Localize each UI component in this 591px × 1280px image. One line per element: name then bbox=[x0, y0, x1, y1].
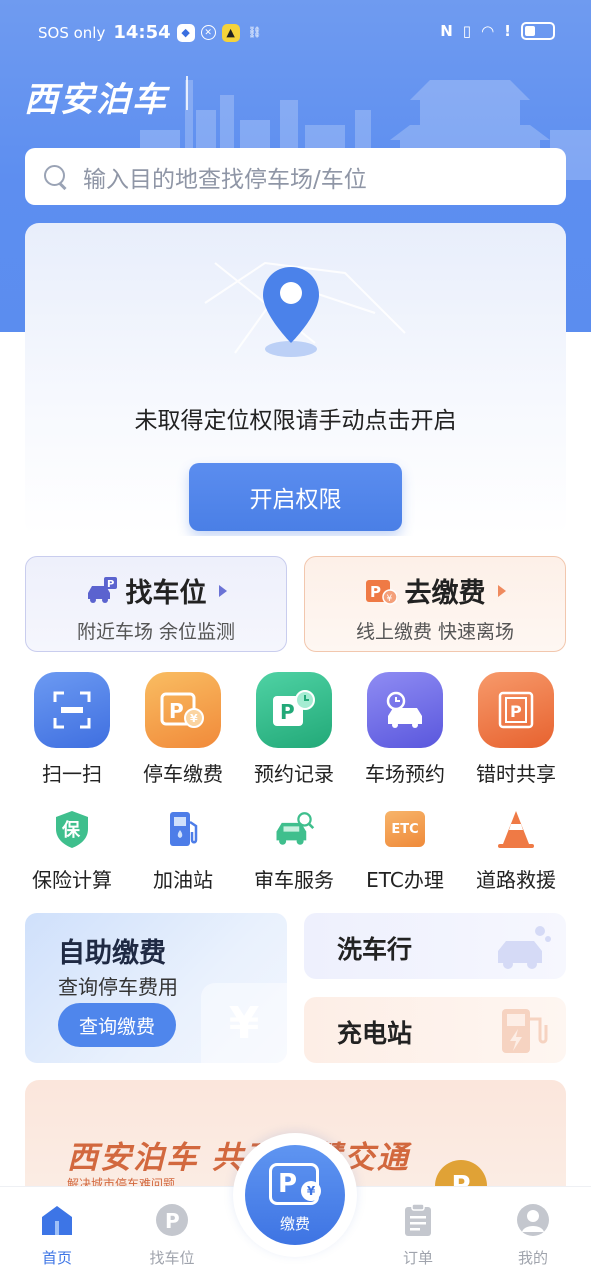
nav-find-parking[interactable]: P 找车位 bbox=[132, 1203, 212, 1268]
grid-item-shared-parking[interactable]: P 错时共享 bbox=[461, 672, 571, 787]
parking-pay-icon: P ¥ bbox=[365, 579, 397, 605]
nav-label-orders: 订单 bbox=[402, 1249, 433, 1267]
orders-icon bbox=[405, 1203, 431, 1236]
nav-orders[interactable]: 订单 bbox=[378, 1203, 458, 1268]
nav-pay-button[interactable]: P ¥ 缴费 bbox=[245, 1145, 345, 1245]
wifi-icon: ◠ bbox=[481, 22, 495, 40]
grid-label-lot-reservation: 车场预约 bbox=[365, 762, 445, 786]
nav-profile[interactable]: 我的 bbox=[493, 1203, 573, 1268]
car-parking-icon: P bbox=[87, 576, 117, 603]
charging-station-icon bbox=[502, 1009, 548, 1053]
enable-permission-button[interactable]: 开启权限 bbox=[189, 463, 402, 531]
grid-item-etc[interactable]: ETC ETC办理 bbox=[350, 808, 460, 893]
arrow-right-icon bbox=[497, 584, 506, 597]
grid-label-road-rescue: 道路救援 bbox=[476, 868, 556, 892]
nav-label-find-parking: 找车位 bbox=[149, 1249, 195, 1267]
app-title: 西安泊车 bbox=[24, 80, 168, 120]
scan-icon bbox=[34, 672, 110, 748]
grid-item-reservation-record[interactable]: P 预约记录 bbox=[239, 672, 349, 787]
grid-item-road-rescue[interactable]: 道路救援 bbox=[461, 808, 571, 893]
grid-label-shared-parking: 错时共享 bbox=[476, 762, 556, 786]
grid-item-scan[interactable]: 扫一扫 bbox=[17, 672, 127, 787]
road-rescue-icon bbox=[495, 808, 537, 850]
grid-label-gas-station: 加油站 bbox=[153, 868, 213, 892]
self-pay-card[interactable]: 自助缴费 查询停车费用 查询缴费 ¥ bbox=[25, 913, 287, 1063]
svg-text:P: P bbox=[370, 583, 381, 601]
carrier-text: SOS only bbox=[38, 23, 106, 42]
car-wash-icon bbox=[498, 926, 551, 969]
go-pay-card[interactable]: P ¥ 去缴费 线上缴费 快速离场 bbox=[304, 556, 566, 652]
home-icon bbox=[42, 1206, 72, 1235]
self-pay-subtitle: 查询停车费用 bbox=[58, 975, 178, 999]
charging-station-card[interactable]: 充电站 bbox=[304, 997, 566, 1063]
gas-station-icon bbox=[162, 808, 204, 850]
self-pay-title: 自助缴费 bbox=[58, 938, 166, 969]
grid-label-parking-pay: 停车缴费 bbox=[143, 762, 223, 786]
car-wash-title: 洗车行 bbox=[337, 935, 413, 964]
insurance-icon: 保 bbox=[51, 808, 93, 850]
vibrate-icon: ▯ bbox=[462, 22, 472, 40]
query-pay-button[interactable]: 查询缴费 bbox=[58, 1003, 176, 1047]
svg-text:保: 保 bbox=[61, 819, 81, 841]
reservation-record-icon: P bbox=[256, 672, 332, 748]
svg-text:P: P bbox=[169, 699, 184, 723]
nav-label-pay: 缴费 bbox=[279, 1215, 310, 1233]
arrow-right-icon bbox=[218, 584, 227, 597]
grid-item-car-inspection[interactable]: 审车服务 bbox=[239, 808, 349, 893]
nfc-icon: N bbox=[440, 22, 453, 40]
location-permission-card: 未取得定位权限请手动点击开启 开启权限 bbox=[25, 223, 566, 536]
shield-icon: ◆ bbox=[176, 23, 195, 42]
search-bar[interactable]: 输入目的地查找停车场/车位 bbox=[25, 148, 566, 205]
location-permission-message: 未取得定位权限请手动点击开启 bbox=[134, 408, 457, 434]
yen-icon: ¥ bbox=[301, 1181, 321, 1201]
nav-label-home: 首页 bbox=[41, 1249, 72, 1267]
status-bar: SOS only 14:54 ◆ ✕ ▲ ⛓ N ▯ ◠ ! bbox=[0, 0, 591, 66]
shared-parking-icon: P bbox=[478, 672, 554, 748]
nav-label-profile: 我的 bbox=[517, 1249, 548, 1267]
battery-icon bbox=[521, 22, 555, 40]
user-icon bbox=[517, 1204, 549, 1236]
grid-label-car-inspection: 审车服务 bbox=[254, 868, 334, 892]
grid-item-insurance[interactable]: 保 保险计算 bbox=[17, 808, 127, 893]
grid-item-parking-pay[interactable]: P ¥ 停车缴费 bbox=[128, 672, 238, 787]
svg-text:P: P bbox=[107, 579, 114, 590]
grid-item-lot-reservation[interactable]: 车场预约 bbox=[350, 672, 460, 787]
svg-text:¥: ¥ bbox=[190, 712, 198, 725]
grid-label-etc: ETC办理 bbox=[366, 868, 444, 892]
grid-label-scan: 扫一扫 bbox=[42, 762, 102, 786]
parking-icon: P bbox=[156, 1204, 188, 1236]
search-placeholder: 输入目的地查找停车场/车位 bbox=[83, 166, 367, 193]
car-inspection-icon bbox=[273, 808, 315, 850]
charging-station-title: 充电站 bbox=[337, 1019, 413, 1048]
parking-pay-icon: P ¥ bbox=[145, 672, 221, 748]
app-notification-icon: ▲ bbox=[221, 23, 240, 42]
yen-icon: ¥ bbox=[201, 983, 287, 1063]
etc-icon: ETC bbox=[384, 808, 426, 850]
clock: 14:54 bbox=[113, 22, 171, 43]
svg-text:¥: ¥ bbox=[386, 594, 392, 604]
nav-home[interactable]: 首页 bbox=[17, 1203, 97, 1268]
find-parking-title: 找车位 bbox=[125, 578, 207, 609]
grid-item-gas-station[interactable]: 加油站 bbox=[128, 808, 238, 893]
title-divider bbox=[186, 76, 188, 110]
find-parking-subtitle: 附近车场 余位监测 bbox=[76, 621, 236, 643]
svg-text:P: P bbox=[280, 700, 295, 724]
lot-reservation-icon bbox=[367, 672, 443, 748]
alert-icon: ! bbox=[504, 22, 511, 40]
car-wash-card[interactable]: 洗车行 bbox=[304, 913, 566, 979]
grid-label-insurance: 保险计算 bbox=[32, 868, 112, 892]
grid-label-reservation-record: 预约记录 bbox=[254, 762, 334, 786]
close-circle-icon: ✕ bbox=[200, 25, 216, 40]
svg-text:P: P bbox=[510, 702, 522, 721]
search-icon bbox=[43, 164, 69, 190]
link-icon: ⛓ bbox=[247, 26, 262, 39]
find-parking-card[interactable]: P 找车位 附近车场 余位监测 bbox=[25, 556, 287, 652]
svg-text:P: P bbox=[165, 1209, 180, 1233]
go-pay-title: 去缴费 bbox=[404, 578, 486, 609]
go-pay-subtitle: 线上缴费 快速离场 bbox=[355, 621, 515, 643]
location-pin-icon bbox=[263, 267, 319, 357]
